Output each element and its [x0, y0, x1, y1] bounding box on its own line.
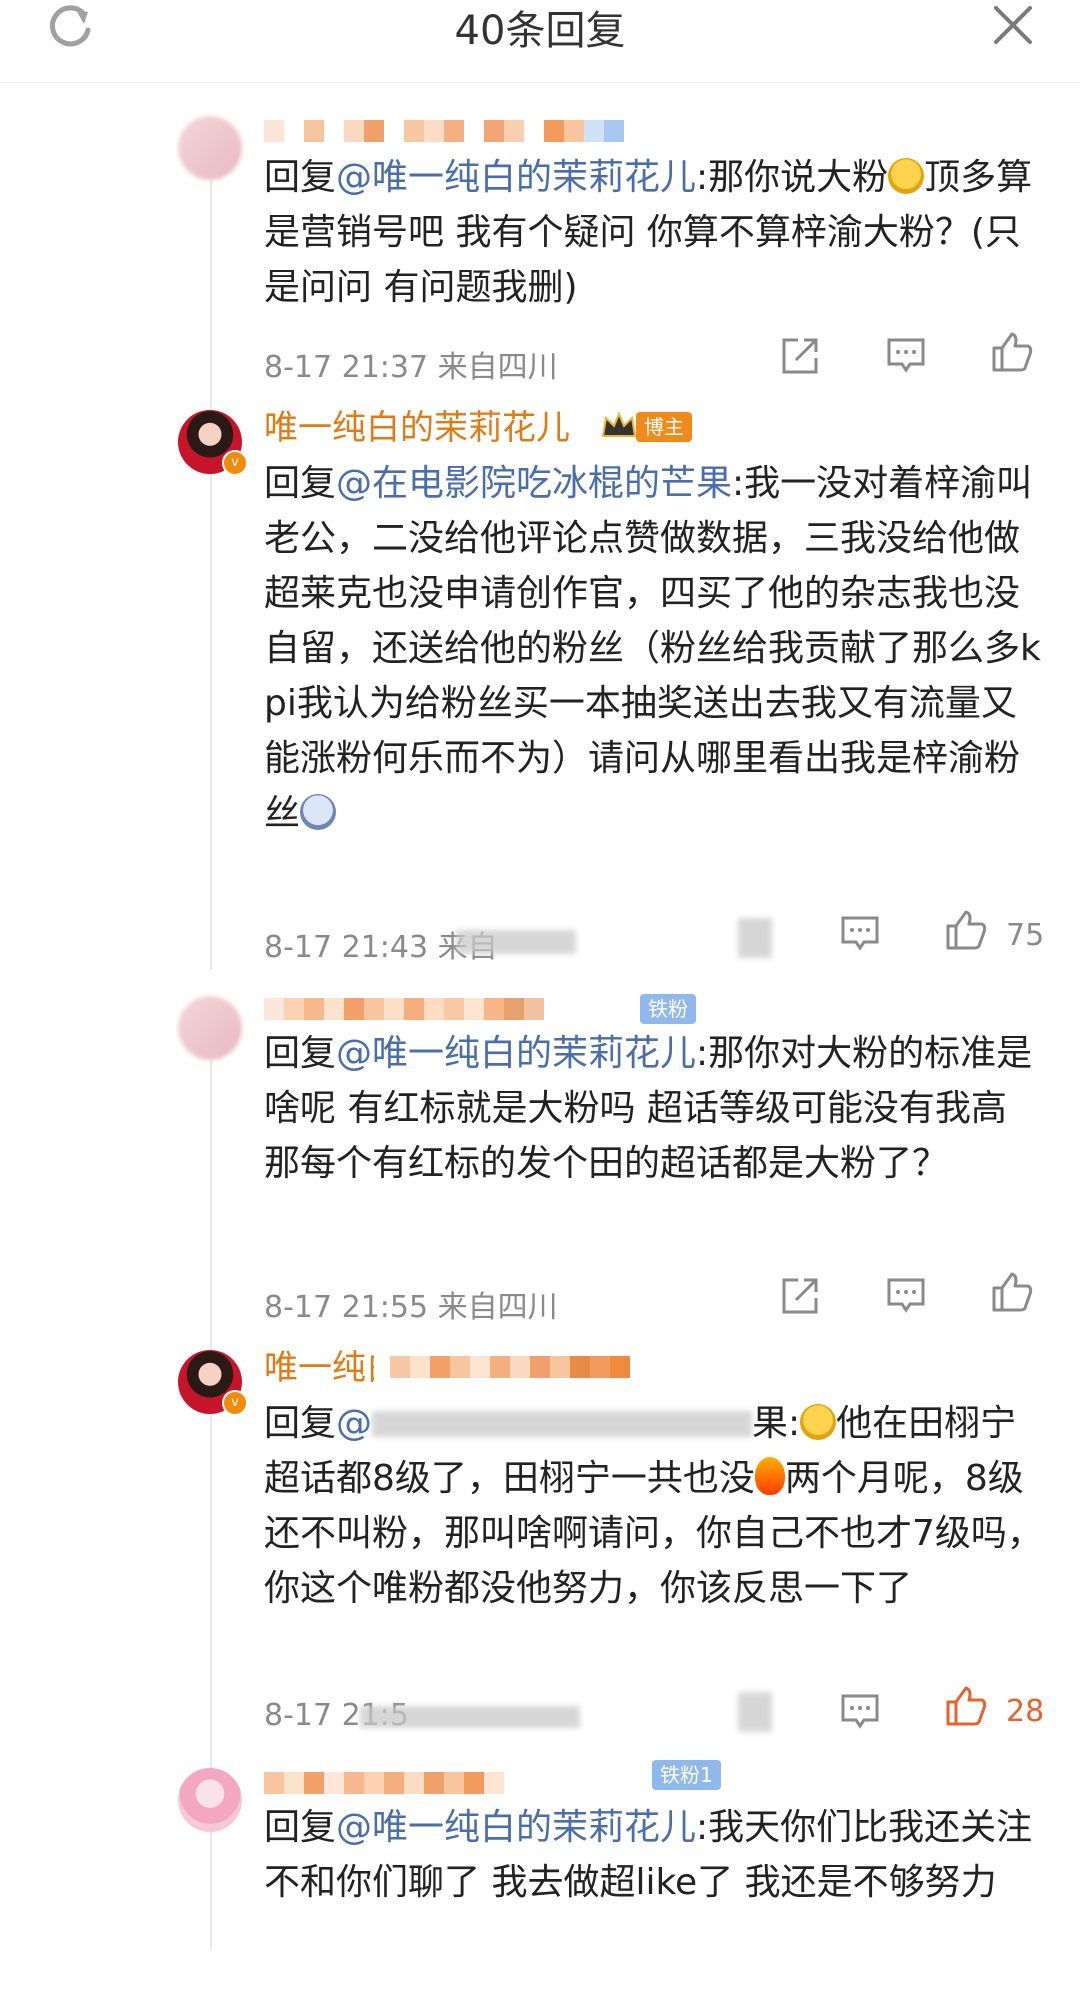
fan-badge: 铁粉: [640, 994, 696, 1024]
like-icon[interactable]: [944, 908, 988, 952]
mention-link[interactable]: @唯一纯白的茉莉花儿: [336, 157, 696, 198]
like-icon[interactable]: [990, 330, 1034, 374]
avatar[interactable]: [178, 116, 242, 180]
header: 40条回复: [0, 0, 1080, 83]
blurred-mention: [372, 1411, 753, 1437]
close-icon[interactable]: [990, 2, 1036, 48]
like-icon-active[interactable]: [944, 1684, 988, 1728]
avatar[interactable]: [178, 996, 242, 1060]
blurred-username: [264, 1772, 504, 1794]
mention-link[interactable]: @唯一纯白的茉莉花儿: [336, 1807, 696, 1848]
comment-icon[interactable]: [838, 1690, 882, 1734]
shocked-emoji-icon: [300, 794, 337, 830]
mention-link[interactable]: @在电影院吃冰棍的芒果: [336, 463, 732, 504]
reply-text: 回复@在电影院吃冰棍的芒果:我一没对着梓渝叫老公，二没给他评论点赞做数据，三我没…: [264, 463, 1041, 834]
comment-icon[interactable]: [884, 1274, 928, 1318]
username[interactable]: 唯一纯白的茉莉花儿: [264, 1340, 374, 1389]
blurred-location: [360, 1706, 580, 1728]
blurred-username: [390, 1356, 630, 1378]
blurred-username: [264, 120, 624, 142]
crown-icon: [601, 411, 637, 437]
blurred-location: [456, 930, 576, 954]
avatar[interactable]: [178, 1768, 242, 1832]
like-count: 75: [1006, 918, 1045, 953]
comment-icon[interactable]: [838, 912, 882, 956]
reply-text: 回复@唯一纯白的茉莉花儿:那你说大粉 顶多算是营销号吧 我有个疑问 你算不算梓渝大…: [264, 157, 1033, 308]
reply-text: 回复@唯一纯白的茉莉花儿:我天你们比我还关注 不和你们聊了 我去做超like了 …: [264, 1807, 1033, 1903]
reply-text: 回复@唯一纯白的茉莉花儿:那你对大粉的标准是啥呢 有红标就是大粉吗 超话等级可能…: [264, 1033, 1033, 1184]
fan-badge: 铁粉1: [652, 1760, 721, 1790]
blurred-repost-icon: [738, 1692, 772, 1732]
reply-meta: 8-17 21:55 来自四川: [264, 1290, 558, 1325]
reply-text: 回复@ 果: 他在田栩宁超话都8级了，田栩宁一共也没 两个月呢，8级还不叫粉，那叫啥啊…: [264, 1403, 1043, 1609]
reply-meta: 8-17 21:37 来自四川: [264, 350, 558, 385]
thread-line: [210, 150, 212, 970]
mention-link[interactable]: @唯一纯白的茉莉花儿: [336, 1033, 696, 1074]
blurred-repost-icon: [738, 918, 772, 958]
verified-badge-icon: v: [222, 1390, 248, 1416]
page-title: 40条回复: [454, 8, 626, 54]
author-badge: 博主: [636, 412, 692, 442]
fire-emoji-icon: [754, 1457, 785, 1495]
like-count: 28: [1006, 1694, 1045, 1729]
like-icon[interactable]: [990, 1270, 1034, 1314]
repost-icon[interactable]: [778, 334, 822, 378]
laugh-cry-emoji-icon: [888, 158, 925, 194]
username[interactable]: 唯一纯白的茉莉花儿: [264, 400, 570, 449]
repost-icon[interactable]: [778, 1274, 822, 1318]
smile-emoji-icon: [800, 1404, 837, 1440]
verified-badge-icon: v: [222, 450, 248, 476]
mention-link[interactable]: @: [336, 1403, 372, 1444]
comment-icon[interactable]: [884, 334, 928, 378]
blurred-username: [264, 998, 544, 1020]
